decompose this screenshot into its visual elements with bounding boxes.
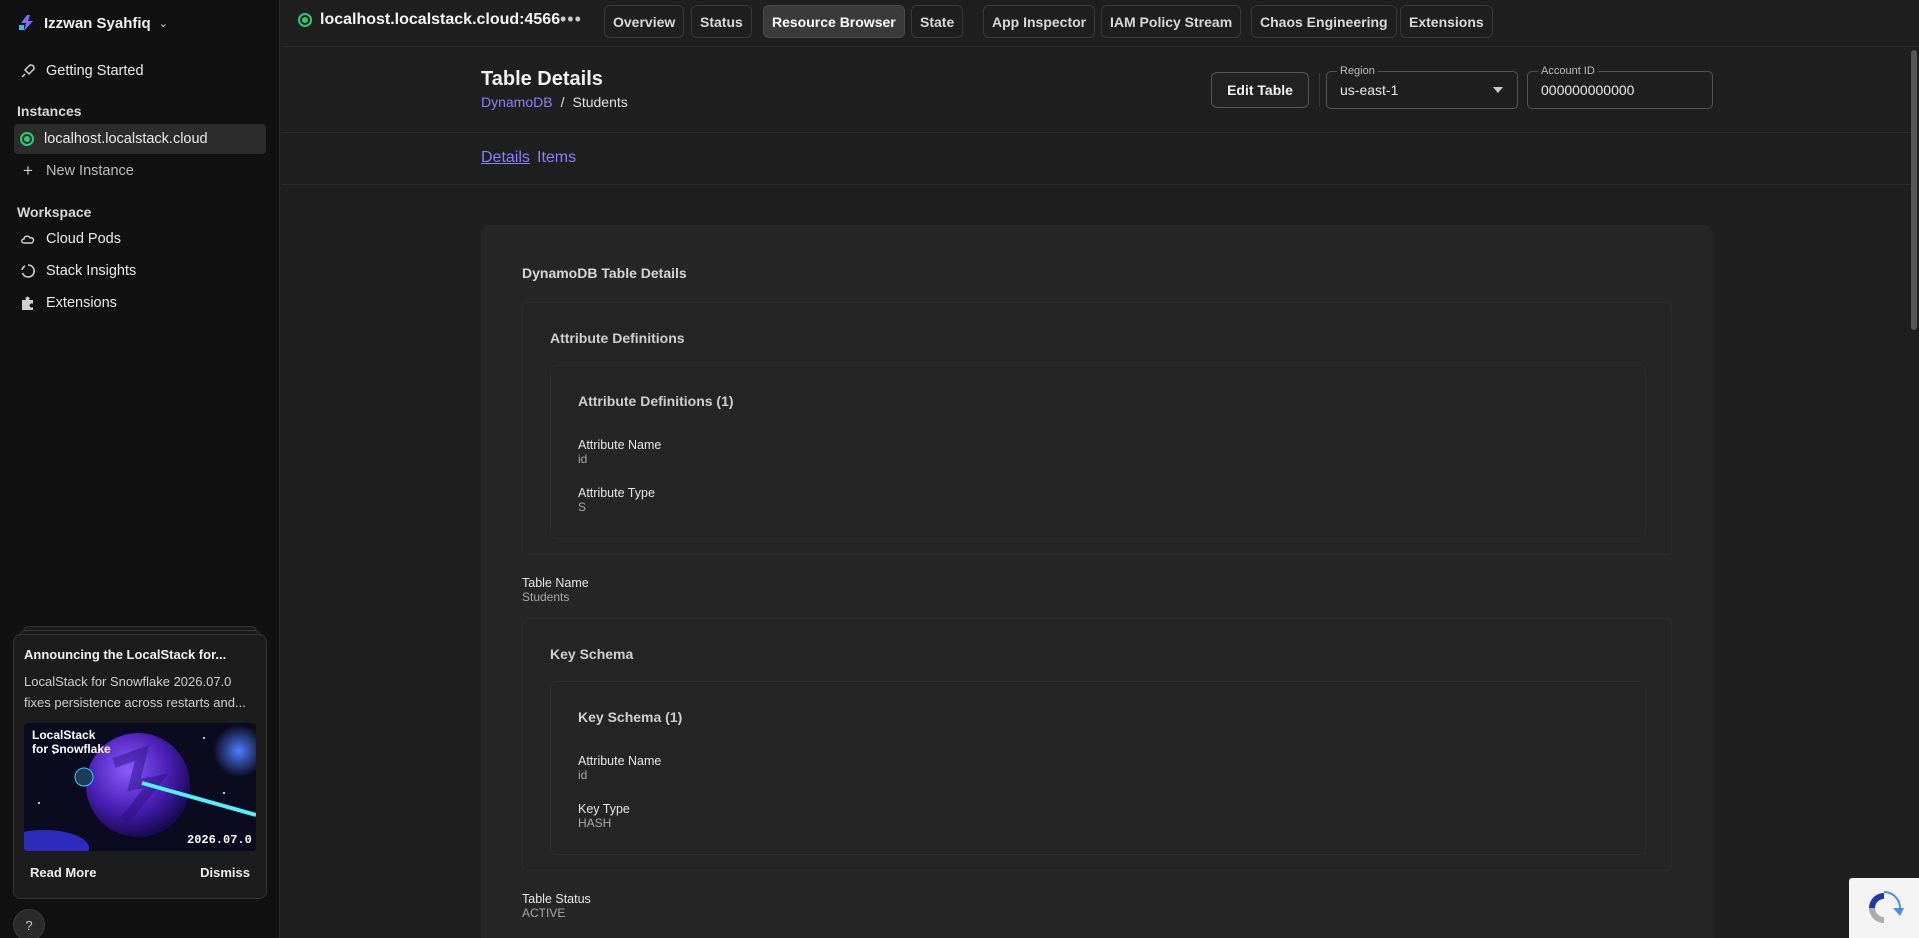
announcement-card[interactable]: Announcing the LocalStack for... LocalSt…: [13, 634, 267, 899]
sidebar-item-stack-insights[interactable]: Stack Insights: [14, 256, 266, 286]
list-title: Attribute Definitions (1): [578, 393, 734, 409]
breadcrumb: DynamoDB / Students: [481, 94, 628, 110]
scrollbar[interactable]: [1911, 48, 1919, 938]
status-online-icon: [298, 13, 312, 27]
insights-icon: [21, 264, 35, 278]
table-name-label: Table Name: [522, 576, 589, 590]
sidebar-item-label: Getting Started: [46, 63, 144, 79]
user-name: Izzwan Syahfiq: [44, 14, 151, 32]
sidebar-item-label: Stack Insights: [46, 263, 137, 279]
attribute-name-value: id: [578, 452, 588, 466]
cloud-icon: [21, 235, 35, 244]
region-value: us-east-1: [1340, 82, 1399, 98]
attribute-name-label: Attribute Name: [578, 754, 662, 768]
attribute-definitions-list: Attribute Definitions (1) Attribute Name…: [550, 365, 1646, 539]
caret-down-icon: [1493, 87, 1503, 93]
key-type-value: HASH: [578, 816, 612, 830]
tab-app-inspector[interactable]: App Inspector: [983, 5, 1096, 38]
attribute-name-value: id: [578, 768, 588, 782]
key-schema-section: Key Schema Key Schema (1) Attribute Name…: [522, 618, 1672, 871]
sidebar-item-label: Cloud Pods: [46, 231, 121, 247]
workspace-section-title: Workspace: [17, 204, 92, 220]
sidebar-item-label: localhost.localstack.cloud: [44, 131, 208, 147]
status-online-icon: [20, 132, 34, 146]
breadcrumb-separator: /: [560, 94, 565, 110]
sidebar-item-cloud-pods[interactable]: Cloud Pods: [14, 224, 266, 254]
tab-state[interactable]: State: [911, 5, 964, 38]
table-details-panel: DynamoDB Table Details Attribute Definit…: [481, 225, 1713, 938]
help-icon: ?: [25, 917, 33, 933]
panel-title: DynamoDB Table Details: [522, 265, 687, 281]
list-title: Key Schema (1): [578, 709, 683, 725]
sidebar-item-getting-started[interactable]: Getting Started: [14, 56, 266, 86]
help-button[interactable]: ?: [13, 909, 45, 938]
sidebar-item-instance[interactable]: localhost.localstack.cloud: [14, 124, 266, 154]
sidebar: Izzwan Syahfiq ⌄ Getting Started Instanc…: [0, 0, 280, 938]
key-type-label: Key Type: [578, 802, 630, 816]
scrollbar-thumb[interactable]: [1911, 50, 1917, 330]
user-menu[interactable]: Izzwan Syahfiq ⌄: [18, 14, 168, 32]
read-more-link[interactable]: Read More: [30, 865, 96, 880]
tab-details[interactable]: Details: [481, 149, 530, 167]
announcement-image-version: 2026.07.0: [187, 833, 252, 847]
recaptcha-icon: [1869, 891, 1904, 923]
attribute-type-label: Attribute Type: [578, 486, 655, 500]
attribute-name-label: Attribute Name: [578, 438, 662, 452]
tab-iam-policy-stream[interactable]: IAM Policy Stream: [1101, 5, 1242, 38]
attribute-type-value: S: [578, 500, 587, 514]
announcement-title: Announcing the LocalStack for...: [24, 647, 227, 662]
divider: [1319, 73, 1320, 107]
key-schema-list: Key Schema (1) Attribute Name id Key Typ…: [550, 681, 1646, 855]
sidebar-item-label: New Instance: [46, 163, 134, 179]
tab-chaos-engineering[interactable]: Chaos Engineering: [1251, 5, 1397, 38]
table-status-label: Table Status: [522, 892, 591, 906]
announcement-image: LocalStack for Snowflake 2026.07.0: [24, 723, 256, 851]
announcement-text: LocalStack for Snowflake 2026.07.0 fixes…: [24, 674, 246, 710]
breadcrumb-dynamodb-link[interactable]: DynamoDB: [481, 94, 553, 110]
detail-tabs: Details Items: [281, 134, 1919, 185]
edit-table-button[interactable]: Edit Table: [1211, 72, 1309, 108]
puzzle-icon: [22, 296, 33, 310]
table-name-value: Students: [522, 590, 570, 604]
top-bar: localhost.localstack.cloud:4566 ••• Over…: [281, 0, 1919, 47]
more-options-icon[interactable]: •••: [560, 9, 582, 30]
tab-status[interactable]: Status: [691, 5, 752, 38]
tab-overview[interactable]: Overview: [604, 5, 685, 38]
page-header: Table Details DynamoDB / Students Edit T…: [281, 48, 1919, 133]
breadcrumb-current: Students: [572, 94, 628, 110]
region-select[interactable]: Region us-east-1: [1326, 65, 1518, 109]
instances-section-title: Instances: [17, 103, 82, 119]
page-title: Table Details: [481, 68, 603, 90]
localstack-logo-icon: [19, 15, 33, 31]
instance-host-label: localhost.localstack.cloud:4566: [320, 11, 561, 28]
announcement-image-title: LocalStack: [32, 728, 96, 742]
account-id-field[interactable]: Account ID 000000000000: [1527, 65, 1713, 109]
recaptcha-badge[interactable]: [1849, 878, 1919, 938]
tab-items[interactable]: Items: [537, 149, 576, 167]
section-title: Key Schema: [550, 646, 634, 662]
sidebar-item-label: Extensions: [46, 295, 117, 311]
sidebar-item-extensions[interactable]: Extensions: [14, 288, 266, 318]
chevron-down-icon: ⌄: [158, 17, 168, 30]
tab-resource-browser[interactable]: Resource Browser: [763, 5, 905, 38]
plus-icon: +: [23, 161, 33, 180]
instance-host[interactable]: localhost.localstack.cloud:4566: [298, 11, 560, 29]
dismiss-button[interactable]: Dismiss: [200, 865, 250, 880]
account-id-label: Account ID: [1538, 65, 1598, 77]
tab-extensions[interactable]: Extensions: [1400, 5, 1493, 38]
section-title: Attribute Definitions: [550, 330, 685, 346]
rocket-icon: [21, 64, 35, 78]
account-id-value: 000000000000: [1541, 82, 1635, 98]
sidebar-item-new-instance[interactable]: + New Instance: [14, 156, 266, 186]
table-status-value: ACTIVE: [522, 906, 566, 920]
attribute-definitions-section: Attribute Definitions Attribute Definiti…: [522, 302, 1672, 555]
region-label: Region: [1337, 65, 1378, 77]
announcement-image-subtitle: for Snowflake: [32, 742, 111, 756]
